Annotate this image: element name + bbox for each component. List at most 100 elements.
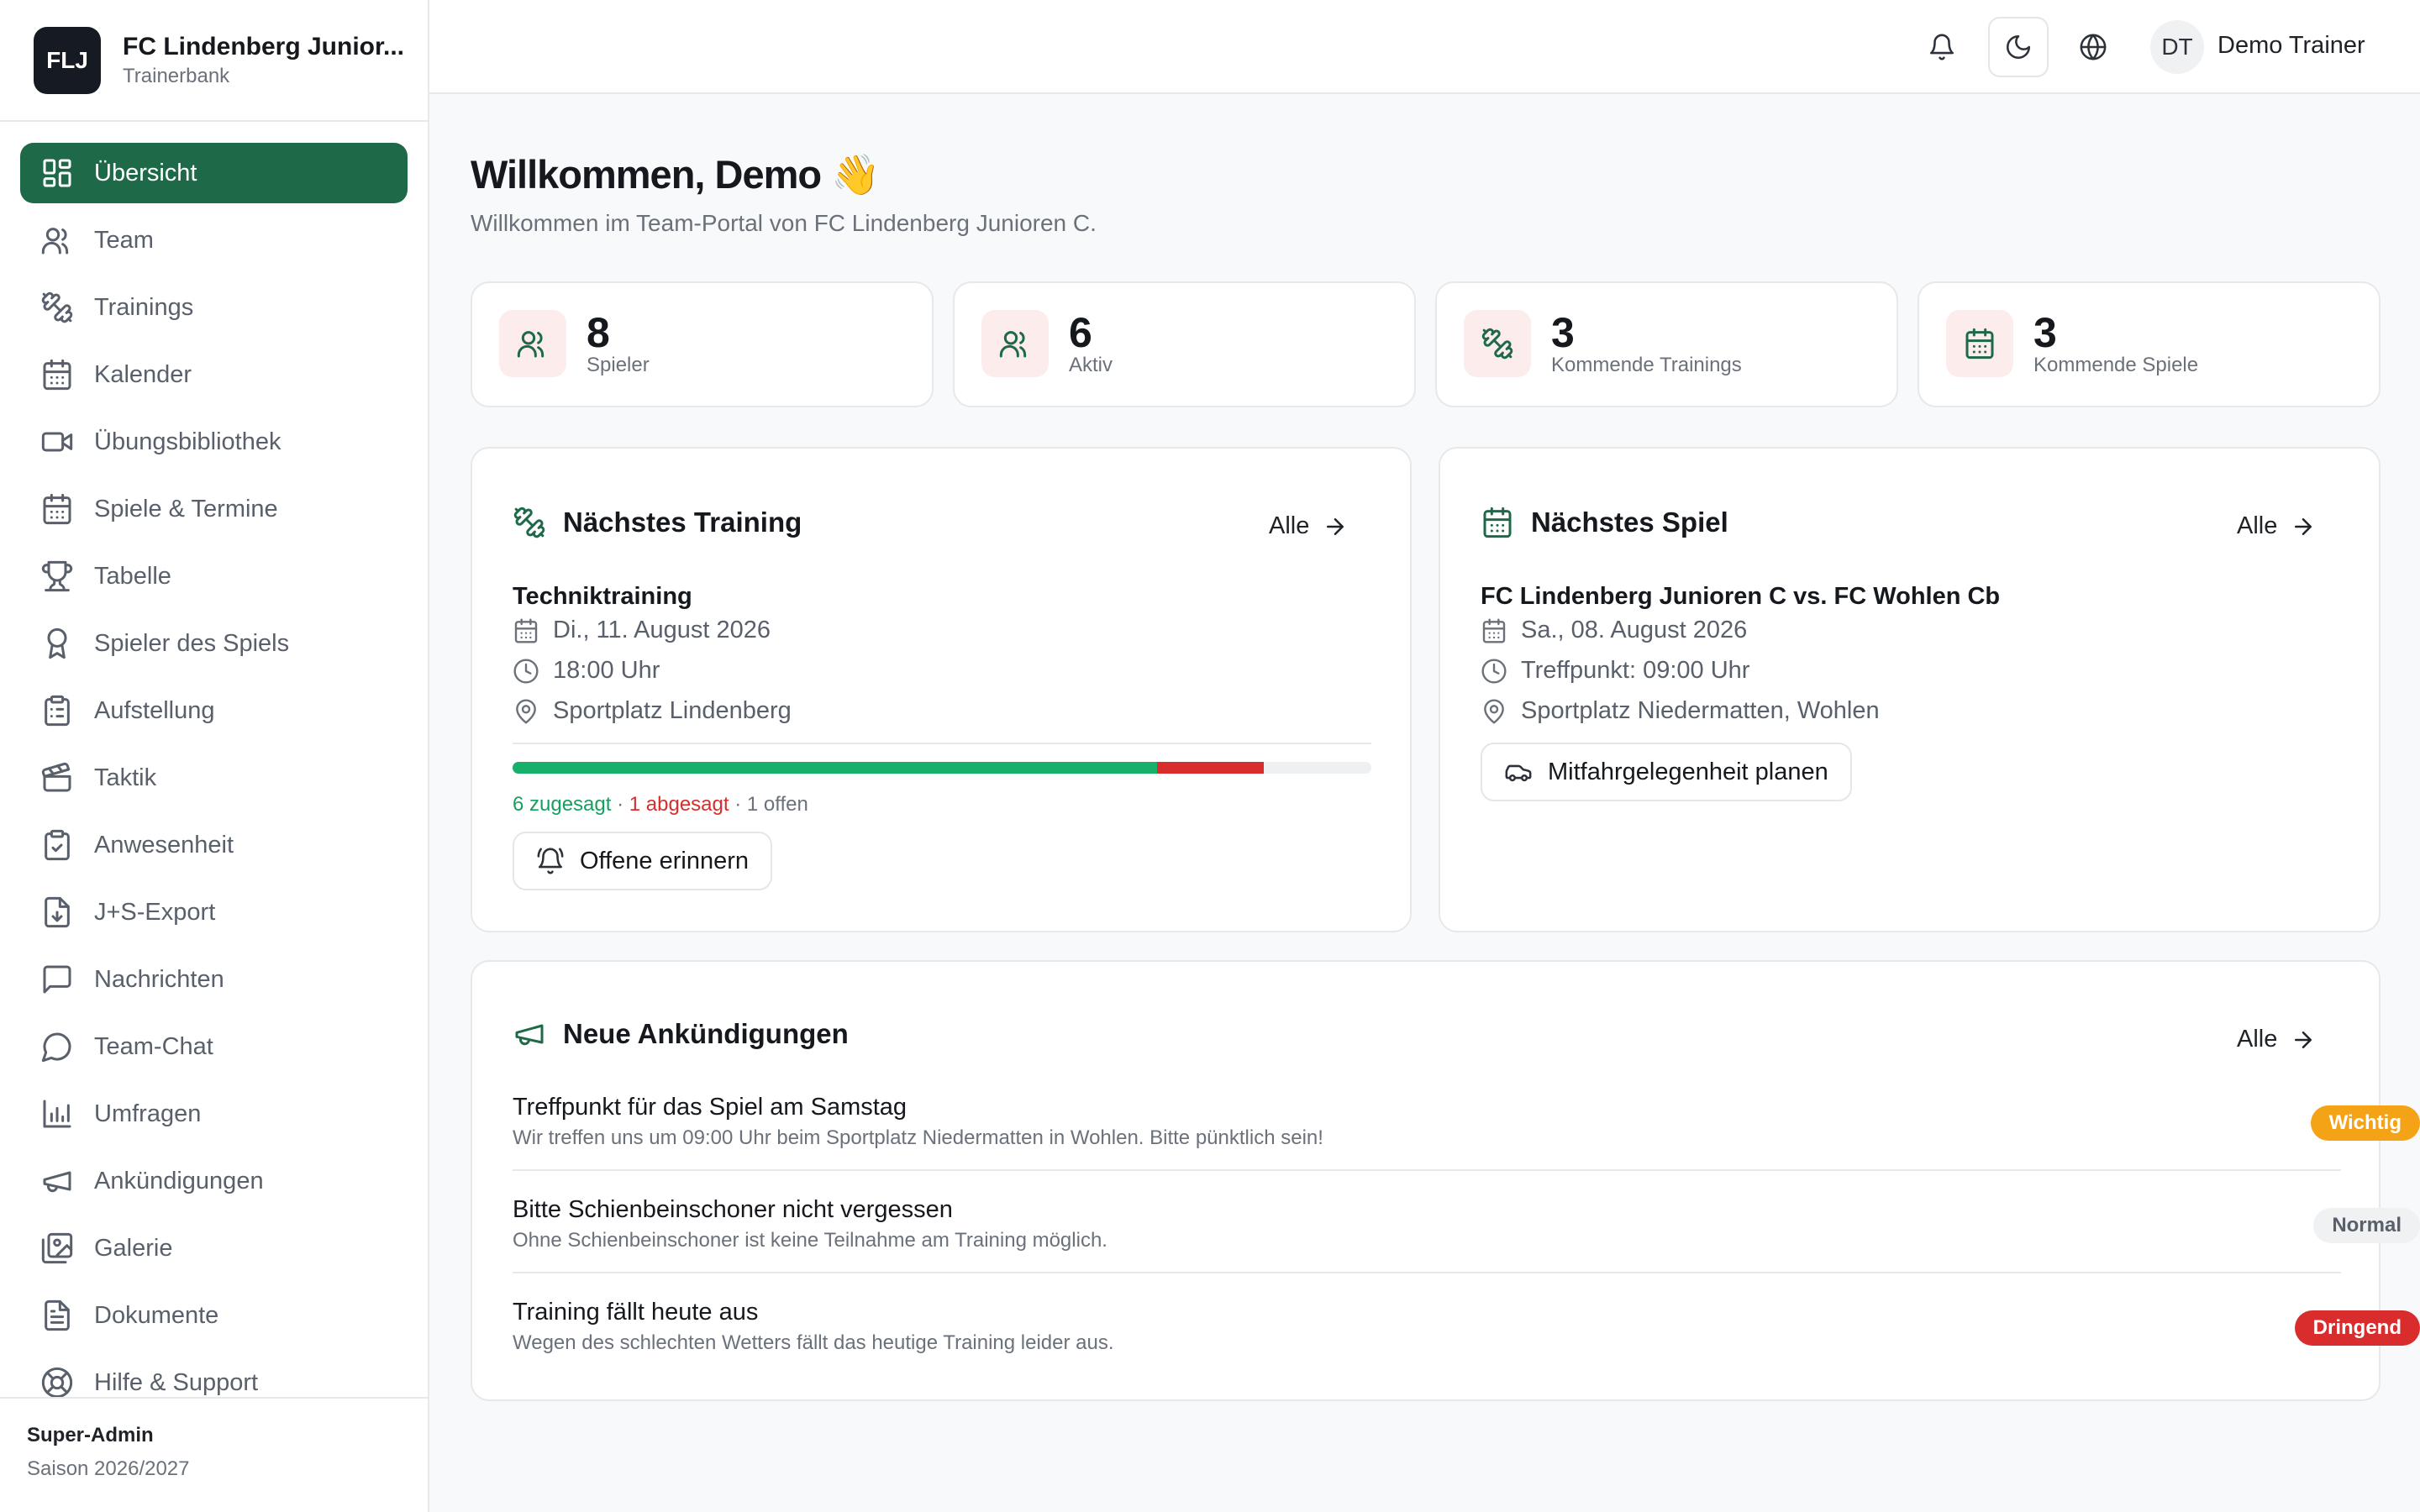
season-label: Saison 2026/2027 xyxy=(27,1457,190,1480)
remind-open-button[interactable]: Offene erinnern xyxy=(513,832,772,890)
clock-icon xyxy=(1481,658,1507,685)
training-date: Di., 11. August 2026 xyxy=(513,617,771,644)
dark-mode-toggle[interactable] xyxy=(1988,17,2049,77)
car-icon xyxy=(1504,758,1533,786)
sidebar-item-ankuendigungen[interactable]: Ankündigungen xyxy=(20,1151,408,1211)
user-name[interactable]: Demo Trainer xyxy=(2217,32,2365,60)
megaphone-icon xyxy=(40,1164,74,1198)
sidebar-item-spiele-termine[interactable]: Spiele & Termine xyxy=(20,479,408,539)
clapperboard-icon xyxy=(40,761,74,795)
calendar-icon xyxy=(513,617,539,644)
sidebar-item-aufstellung[interactable]: Aufstellung xyxy=(20,680,408,741)
stat-card-aktiv[interactable]: 6 Aktiv xyxy=(953,281,1416,407)
sidebar-nav: Übersicht Team Trainings Kalender Übungs… xyxy=(0,122,428,1413)
sidebar-item-label: Übersicht xyxy=(94,159,197,186)
card-heading-text: Neue Ankündigungen xyxy=(563,1018,849,1049)
accepted-count: 6 zugesagt xyxy=(513,793,612,816)
announcement-text: Wegen des schlechten Wetters fällt das h… xyxy=(513,1331,1114,1354)
sidebar-item-label: Trainings xyxy=(94,293,194,321)
sidebar-item-label: Übungsbibliothek xyxy=(94,428,281,455)
sidebar-footer: Super-Admin Saison 2026/2027 xyxy=(0,1397,428,1512)
sidebar-item-kalender[interactable]: Kalender xyxy=(20,344,408,405)
button-label: Mitfahrgelegenheit planen xyxy=(1548,758,1828,785)
announcement-title: Treffpunkt für das Spiel am Samstag xyxy=(513,1094,908,1121)
team-subtitle: Trainerbank xyxy=(123,64,230,87)
match-meeting-time: Treffpunkt: 09:00 Uhr xyxy=(1481,657,1749,685)
progress-accepted xyxy=(513,762,1157,774)
sidebar-item-trainings[interactable]: Trainings xyxy=(20,277,408,338)
card-heading-text: Nächstes Training xyxy=(563,507,802,538)
card-heading: Neue Ankündigungen xyxy=(513,1017,849,1051)
sidebar-item-label: Aufstellung xyxy=(94,696,215,724)
announcement-text: Ohne Schienbeinschoner ist keine Teilnah… xyxy=(513,1229,1107,1252)
sidebar-item-uebersicht[interactable]: Übersicht xyxy=(20,143,408,203)
match-location: Sportplatz Niedermatten, Wohlen xyxy=(1481,697,1880,725)
training-location: Sportplatz Lindenberg xyxy=(513,697,792,725)
bar-chart-icon xyxy=(40,1097,74,1131)
announcement-title: Training fällt heute aus xyxy=(513,1299,759,1326)
sidebar-item-label: Anwesenheit xyxy=(94,831,234,858)
announcements-all-link[interactable]: Alle xyxy=(2237,1026,2316,1053)
carpool-button[interactable]: Mitfahrgelegenheit planen xyxy=(1481,743,1852,801)
stat-card-kommende-spiele[interactable]: 3 Kommende Spiele xyxy=(1918,281,2381,407)
sidebar-item-tabelle[interactable]: Tabelle xyxy=(20,546,408,606)
stat-card-spieler[interactable]: 8 Spieler xyxy=(471,281,934,407)
life-buoy-icon xyxy=(40,1366,74,1399)
message-square-icon xyxy=(40,963,74,996)
attendance-progress xyxy=(513,762,1371,774)
arrow-right-icon xyxy=(2291,1027,2316,1053)
topbar: DT Demo Trainer xyxy=(429,0,2420,94)
moon-icon xyxy=(2004,33,2033,61)
file-text-icon xyxy=(40,1299,74,1332)
calendar-days-icon xyxy=(40,492,74,526)
announcement-text: Wir treffen uns um 09:00 Uhr beim Sportp… xyxy=(513,1126,1323,1149)
match-meeting-text: Treffpunkt: 09:00 Uhr xyxy=(1521,657,1750,684)
match-all-link[interactable]: Alle xyxy=(2237,512,2316,540)
language-button[interactable] xyxy=(2063,17,2123,77)
brand[interactable]: FLJ FC Lindenberg Junior... Trainerbank xyxy=(0,0,428,122)
announcement-item[interactable]: Treffpunkt für das Spiel am Samstag Wir … xyxy=(513,1094,2420,1150)
sidebar-item-label: J+S-Export xyxy=(94,898,216,926)
priority-badge: Dringend xyxy=(2294,1310,2420,1346)
sidebar-item-spieler-des-spiels[interactable]: Spieler des Spiels xyxy=(20,613,408,674)
sidebar-item-js-export[interactable]: J+S-Export xyxy=(20,882,408,942)
calendar-days-icon xyxy=(1946,310,2013,377)
match-title: FC Lindenberg Junioren C vs. FC Wohlen C… xyxy=(1481,583,2001,610)
progress-declined xyxy=(1156,762,1265,774)
video-icon xyxy=(40,425,74,459)
sidebar-item-label: Dokumente xyxy=(94,1301,219,1329)
arrow-right-icon xyxy=(1323,514,1348,539)
sidebar-item-nachrichten[interactable]: Nachrichten xyxy=(20,949,408,1010)
file-download-icon xyxy=(40,895,74,929)
open-count: 1 offen xyxy=(746,793,808,816)
gallery-icon xyxy=(40,1231,74,1265)
divider xyxy=(513,743,1371,744)
sidebar-item-taktik[interactable]: Taktik xyxy=(20,748,408,808)
sidebar-item-anwesenheit[interactable]: Anwesenheit xyxy=(20,815,408,875)
sidebar-item-galerie[interactable]: Galerie xyxy=(20,1218,408,1278)
stat-value: 8 xyxy=(587,309,610,356)
sidebar-item-label: Nachrichten xyxy=(94,965,224,993)
sidebar-item-uebungsbibliothek[interactable]: Übungsbibliothek xyxy=(20,412,408,472)
clipboard-list-icon xyxy=(40,694,74,727)
calendar-days-icon xyxy=(1481,506,1514,539)
sidebar-item-label: Spiele & Termine xyxy=(94,495,278,522)
sidebar-item-team-chat[interactable]: Team-Chat xyxy=(20,1016,408,1077)
user-avatar[interactable]: DT xyxy=(2150,20,2204,74)
all-link-label: Alle xyxy=(2237,512,2278,539)
sidebar-item-dokumente[interactable]: Dokumente xyxy=(20,1285,408,1346)
announcement-item[interactable]: Bitte Schienbeinschoner nicht vergessen … xyxy=(513,1196,2420,1252)
map-pin-icon xyxy=(1481,698,1507,725)
notifications-button[interactable] xyxy=(1912,17,1972,77)
sidebar-item-team[interactable]: Team xyxy=(20,210,408,270)
announcement-item[interactable]: Training fällt heute aus Wegen des schle… xyxy=(513,1299,2420,1355)
separator: · xyxy=(617,793,624,816)
stat-card-kommende-trainings[interactable]: 3 Kommende Trainings xyxy=(1435,281,1898,407)
bell-icon xyxy=(1928,33,1956,61)
sidebar-item-umfragen[interactable]: Umfragen xyxy=(20,1084,408,1144)
sidebar-item-label: Team-Chat xyxy=(94,1032,213,1060)
all-link-label: Alle xyxy=(2237,1026,2278,1053)
calendar-icon xyxy=(40,358,74,391)
stat-value: 6 xyxy=(1069,309,1092,356)
training-all-link[interactable]: Alle xyxy=(1269,512,1348,540)
